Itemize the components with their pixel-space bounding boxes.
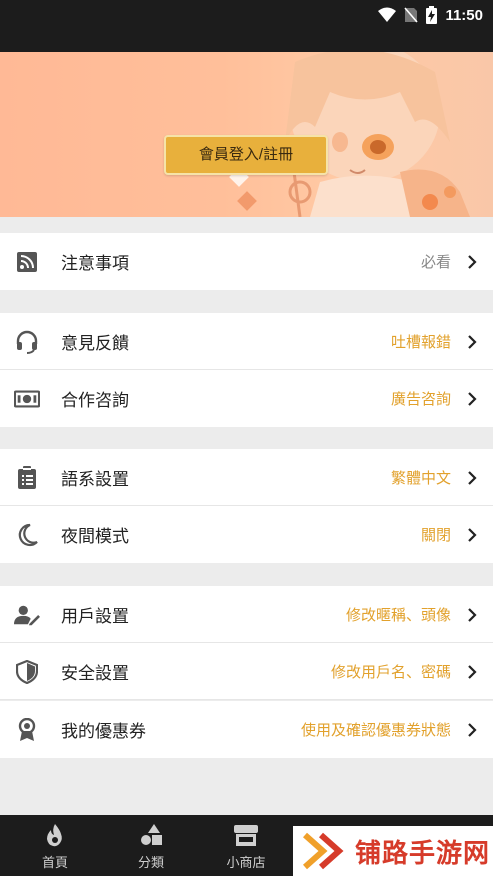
- menu-value: 吐槽報錯: [390, 334, 451, 351]
- user-edit-icon: [14, 602, 40, 628]
- tab-label: 小商店: [226, 855, 266, 870]
- tab-home[interactable]: 首頁: [7, 815, 103, 876]
- tab-category[interactable]: 分類: [103, 815, 199, 876]
- login-register-button[interactable]: 會員登入/註冊: [164, 135, 328, 175]
- moon-icon: [14, 522, 40, 548]
- menu-item-language[interactable]: 語系設置 繁體中文: [0, 449, 493, 506]
- menu-value: 修改用戶名、密碼: [330, 664, 451, 681]
- menu-label: 注意事項: [61, 254, 129, 273]
- rss-icon: [14, 249, 40, 275]
- menu-value: 使用及確認優惠券狀態: [300, 722, 451, 739]
- chevron-right-icon: [467, 470, 477, 491]
- money-icon: [14, 386, 40, 412]
- menu-label: 用戶設置: [61, 607, 129, 626]
- award-icon: [14, 717, 40, 743]
- status-bar: 11:50: [0, 0, 493, 52]
- menu-value: 繁體中文: [390, 470, 451, 487]
- menu-label: 我的優惠券: [61, 722, 146, 741]
- menu-value: 關閉: [420, 527, 451, 544]
- flame-icon: [46, 822, 64, 848]
- menu-item-cooperation[interactable]: 合作咨詢 廣告咨詢: [0, 370, 493, 427]
- menu-value: 必看: [420, 254, 451, 271]
- menu-value: 修改暱稱、頭像: [345, 607, 451, 624]
- clipboard-icon: [14, 465, 40, 491]
- battery-charging-icon: [426, 6, 438, 24]
- menu-item-feedback[interactable]: 意見反饋 吐槽報錯: [0, 313, 493, 370]
- no-sim-icon: [404, 7, 419, 23]
- menu-item-security[interactable]: 安全設置 修改用戶名、密碼: [0, 643, 493, 700]
- chevron-right-icon: [467, 254, 477, 275]
- menu-value: 廣告咨詢: [390, 391, 451, 408]
- chevron-right-icon: [467, 607, 477, 628]
- menu-label: 合作咨詢: [61, 391, 129, 410]
- menu-item-night-mode[interactable]: 夜間模式 關閉: [0, 506, 493, 563]
- status-time: 11:50: [445, 6, 483, 24]
- headset-icon: [14, 329, 40, 355]
- menu-label: 安全設置: [61, 664, 129, 683]
- menu-item-user-settings[interactable]: 用戶設置 修改暱稱、頭像: [0, 586, 493, 643]
- profile-banner: 會員登入/註冊: [0, 52, 493, 217]
- status-icons: 11:50: [378, 4, 483, 26]
- double-arrow-icon: [303, 831, 347, 871]
- chevron-right-icon: [467, 527, 477, 548]
- watermark-logo: 铺路手游网: [293, 826, 493, 876]
- menu-item-coupons[interactable]: 我的優惠券 使用及確認優惠券狀態: [0, 701, 493, 758]
- tab-label: 分類: [137, 855, 164, 870]
- store-icon: [233, 822, 259, 848]
- menu-label: 夜間模式: [61, 527, 129, 546]
- tab-shop[interactable]: 小商店: [198, 815, 294, 876]
- menu-label: 意見反饋: [61, 334, 129, 353]
- menu-label: 語系設置: [61, 470, 129, 489]
- wifi-icon: [378, 7, 397, 23]
- shield-icon: [14, 659, 40, 685]
- shapes-icon: [139, 822, 163, 848]
- chevron-right-icon: [467, 391, 477, 412]
- chevron-right-icon: [467, 722, 477, 743]
- chevron-right-icon: [467, 664, 477, 685]
- tab-label: 首頁: [41, 855, 68, 870]
- menu-item-notice[interactable]: 注意事項 必看: [0, 233, 493, 290]
- chevron-right-icon: [467, 334, 477, 355]
- watermark-text: 铺路手游网: [355, 837, 491, 868]
